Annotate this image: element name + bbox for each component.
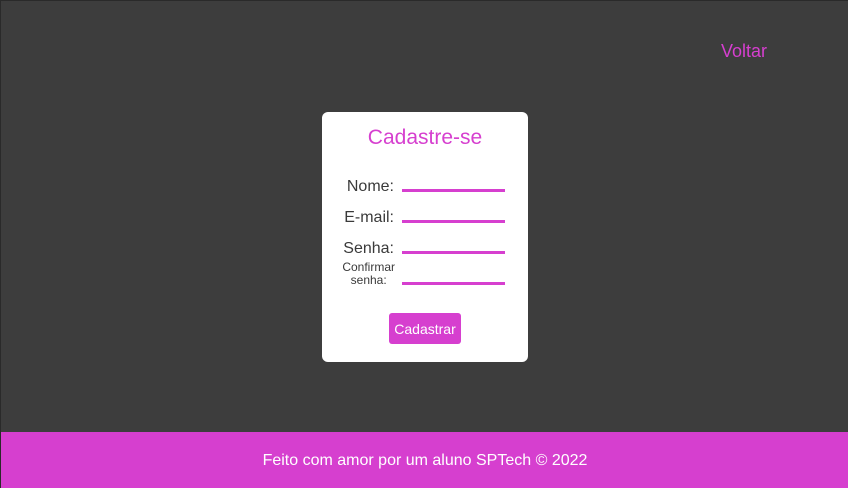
signup-card: Cadastre-se Nome: E-mail: Senha: Confirm… xyxy=(322,112,528,362)
footer-text: Feito com amor por um aluno SPTech © 202… xyxy=(262,451,588,469)
footer: Feito com amor por um aluno SPTech © 202… xyxy=(1,432,848,488)
card-title: Cadastre-se xyxy=(367,126,483,149)
register-button[interactable]: Cadastrar xyxy=(389,313,461,344)
confirm-password-field-row: Confirmar senha: xyxy=(322,261,528,293)
confirm-password-label-line2: senha: xyxy=(350,273,387,287)
password-input[interactable] xyxy=(402,240,505,254)
name-input[interactable] xyxy=(402,178,505,192)
confirm-password-label: Confirmar senha: xyxy=(342,261,395,287)
name-label: Nome: xyxy=(346,178,394,195)
confirm-password-input[interactable] xyxy=(402,271,505,285)
page: Voltar Cadastre-se Nome: E-mail: Senha: … xyxy=(0,0,848,488)
email-field-row: E-mail: xyxy=(322,209,528,239)
password-label: Senha: xyxy=(343,240,394,257)
back-link[interactable]: Voltar xyxy=(721,41,767,62)
name-field-row: Nome: xyxy=(322,178,528,208)
email-input[interactable] xyxy=(402,209,505,223)
email-label: E-mail: xyxy=(344,209,394,226)
